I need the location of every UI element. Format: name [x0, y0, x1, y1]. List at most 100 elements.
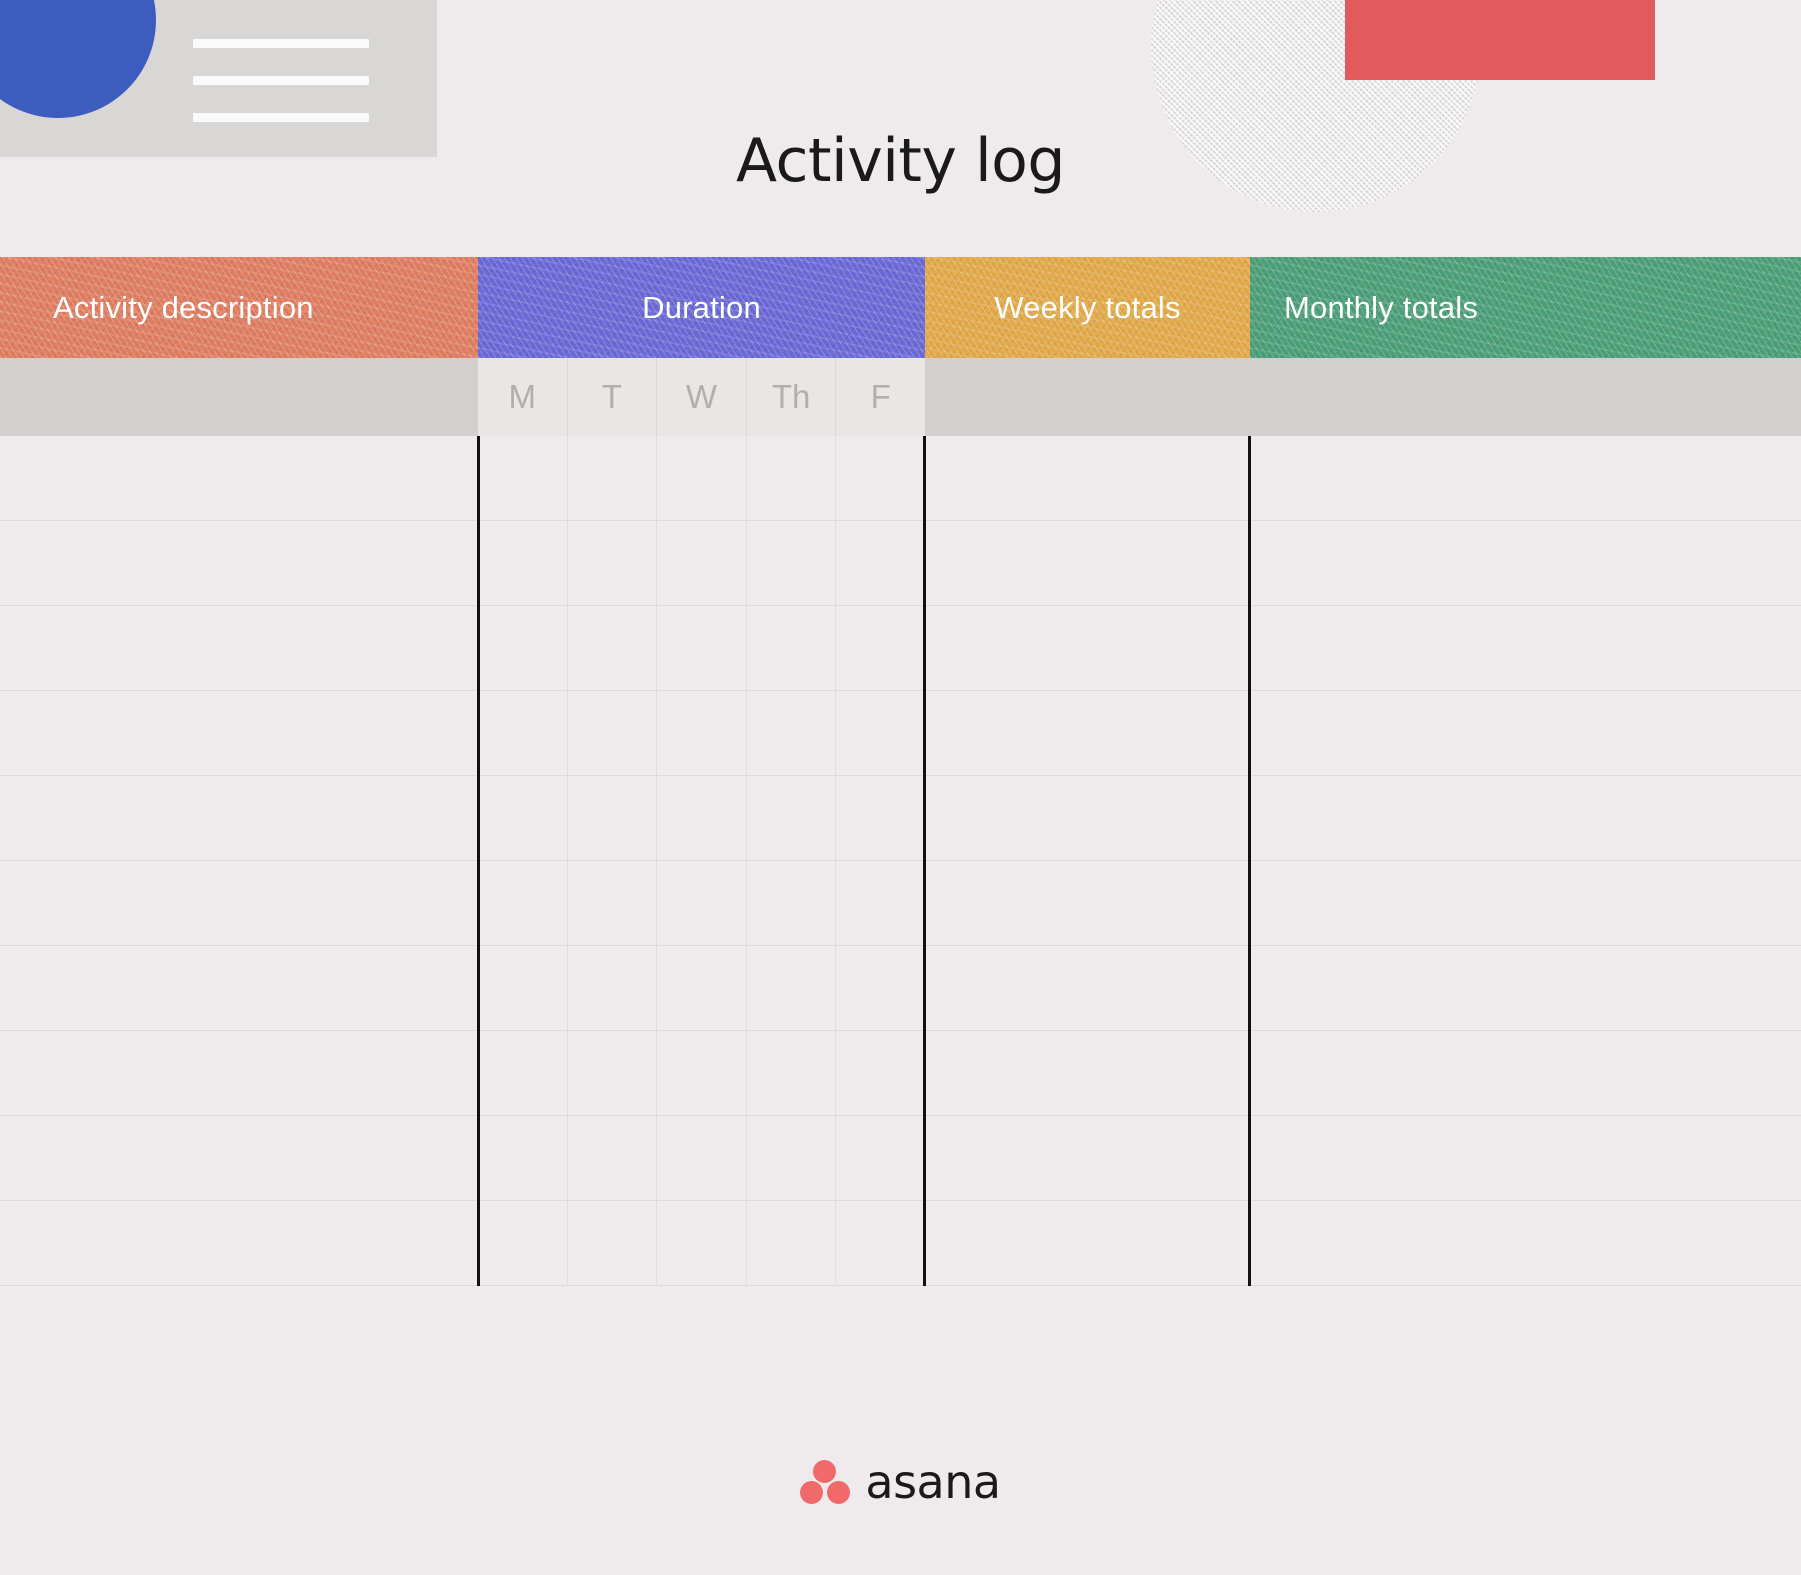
asana-dots-icon [800, 1460, 851, 1504]
cell-weekly-total[interactable] [925, 1031, 1250, 1115]
cell-duration-m[interactable] [478, 1201, 568, 1285]
cell-monthly-total[interactable] [1250, 1201, 1801, 1285]
cell-duration-f[interactable] [836, 776, 925, 860]
cell-duration-w[interactable] [657, 691, 747, 775]
cell-activity-description[interactable] [0, 521, 478, 605]
cell-duration-m[interactable] [478, 1116, 568, 1200]
cell-duration-f[interactable] [836, 1201, 925, 1285]
day-header-f: F [870, 378, 891, 415]
cell-duration-f[interactable] [836, 691, 925, 775]
table-row [0, 1031, 1801, 1116]
header-weekly-totals-label: Weekly totals [994, 289, 1181, 325]
cell-duration-t[interactable] [568, 1201, 658, 1285]
cell-duration-t[interactable] [568, 776, 658, 860]
cell-duration-w[interactable] [657, 436, 747, 520]
table-body [0, 436, 1801, 1286]
cell-monthly-total[interactable] [1250, 861, 1801, 945]
cell-weekly-total[interactable] [925, 606, 1250, 690]
table-row [0, 776, 1801, 861]
cell-duration-m[interactable] [478, 436, 568, 520]
cell-monthly-total[interactable] [1250, 691, 1801, 775]
table-row [0, 606, 1801, 691]
cell-weekly-total[interactable] [925, 521, 1250, 605]
cell-activity-description[interactable] [0, 861, 478, 945]
cell-duration-th[interactable] [747, 1116, 837, 1200]
cell-duration-w[interactable] [657, 1031, 747, 1115]
cell-duration-m[interactable] [478, 946, 568, 1030]
cell-duration-m[interactable] [478, 861, 568, 945]
cell-monthly-total[interactable] [1250, 946, 1801, 1030]
cell-monthly-total[interactable] [1250, 436, 1801, 520]
cell-duration-th[interactable] [747, 521, 837, 605]
cell-monthly-total[interactable] [1250, 1116, 1801, 1200]
cell-duration-f[interactable] [836, 946, 925, 1030]
cell-duration-m[interactable] [478, 691, 568, 775]
cell-activity-description[interactable] [0, 436, 478, 520]
cell-weekly-total[interactable] [925, 436, 1250, 520]
cell-duration-th[interactable] [747, 776, 837, 860]
cell-duration-t[interactable] [568, 1116, 658, 1200]
cell-activity-description[interactable] [0, 1201, 478, 1285]
cell-activity-description[interactable] [0, 946, 478, 1030]
cell-duration-th[interactable] [747, 606, 837, 690]
cell-duration-t[interactable] [568, 691, 658, 775]
cell-duration-w[interactable] [657, 606, 747, 690]
cell-duration-m[interactable] [478, 606, 568, 690]
cell-duration-th[interactable] [747, 946, 837, 1030]
cell-duration-m[interactable] [478, 1031, 568, 1115]
cell-activity-description[interactable] [0, 1031, 478, 1115]
cell-duration-f[interactable] [836, 1116, 925, 1200]
header-monthly-totals: Monthly totals [1250, 257, 1801, 358]
cell-duration-m[interactable] [478, 776, 568, 860]
cell-activity-description[interactable] [0, 1116, 478, 1200]
gray-card-line-2 [193, 76, 369, 85]
cell-duration-th[interactable] [747, 1201, 837, 1285]
cell-duration-f[interactable] [836, 436, 925, 520]
cell-duration-w[interactable] [657, 861, 747, 945]
cell-duration-w[interactable] [657, 776, 747, 860]
cell-duration-w[interactable] [657, 1116, 747, 1200]
cell-duration-group [478, 521, 925, 605]
cell-duration-f[interactable] [836, 1031, 925, 1115]
cell-duration-t[interactable] [568, 1031, 658, 1115]
cell-duration-f[interactable] [836, 861, 925, 945]
cell-duration-f[interactable] [836, 606, 925, 690]
cell-duration-t[interactable] [568, 946, 658, 1030]
cell-monthly-total[interactable] [1250, 1031, 1801, 1115]
cell-duration-t[interactable] [568, 861, 658, 945]
day-column-headers: M T W Th F [478, 358, 925, 436]
cell-monthly-total[interactable] [1250, 606, 1801, 690]
cell-monthly-total[interactable] [1250, 521, 1801, 605]
cell-activity-description[interactable] [0, 691, 478, 775]
cell-weekly-total[interactable] [925, 776, 1250, 860]
cell-weekly-total[interactable] [925, 861, 1250, 945]
title-area: Activity log [0, 86, 1801, 236]
page-title: Activity log [736, 126, 1065, 197]
cell-weekly-total[interactable] [925, 1116, 1250, 1200]
cell-duration-w[interactable] [657, 1201, 747, 1285]
cell-duration-t[interactable] [568, 521, 658, 605]
table-row [0, 1116, 1801, 1201]
cell-activity-description[interactable] [0, 606, 478, 690]
day-header-th: Th [747, 358, 837, 436]
cell-duration-th[interactable] [747, 436, 837, 520]
cell-weekly-total[interactable] [925, 691, 1250, 775]
cell-duration-th[interactable] [747, 1031, 837, 1115]
cell-duration-t[interactable] [568, 436, 658, 520]
cell-activity-description[interactable] [0, 776, 478, 860]
cell-weekly-total[interactable] [925, 1201, 1250, 1285]
cell-duration-th[interactable] [747, 861, 837, 945]
cell-duration-w[interactable] [657, 521, 747, 605]
cell-duration-f[interactable] [836, 521, 925, 605]
cell-monthly-total[interactable] [1250, 776, 1801, 860]
cell-duration-w[interactable] [657, 946, 747, 1030]
cell-duration-t[interactable] [568, 606, 658, 690]
activity-log-table: Activity description Duration Weekly tot… [0, 257, 1801, 1286]
table-row [0, 946, 1801, 1031]
table-row [0, 436, 1801, 521]
table-header-row: Activity description Duration Weekly tot… [0, 257, 1801, 358]
cell-weekly-total[interactable] [925, 946, 1250, 1030]
cell-duration-th[interactable] [747, 691, 837, 775]
cell-duration-m[interactable] [478, 521, 568, 605]
day-header-w: W [657, 358, 747, 436]
